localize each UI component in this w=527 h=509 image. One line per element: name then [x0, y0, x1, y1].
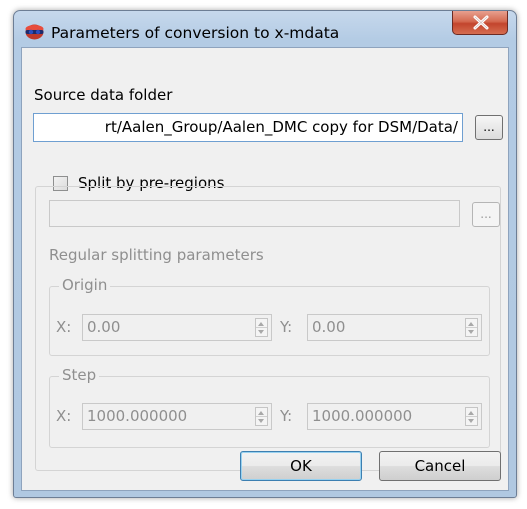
spin-arrows-icon[interactable] — [465, 318, 478, 337]
dialog-client-area: Source data folder rt/Aalen_Group/Aalen_… — [21, 47, 509, 491]
browse-source-button[interactable]: ... — [475, 115, 503, 140]
step-x-spinbox[interactable]: 1000.000000 — [82, 403, 272, 430]
cancel-button[interactable]: Cancel — [379, 451, 501, 481]
origin-x-label: X: — [56, 318, 72, 336]
source-folder-label: Source data folder — [34, 86, 173, 104]
title-bar[interactable]: Parameters of conversion to x-mdata — [14, 11, 516, 47]
origin-legend: Origin — [59, 276, 111, 294]
pre-regions-file-input[interactable] — [49, 200, 460, 227]
spin-arrows-icon[interactable] — [465, 407, 478, 426]
browse-pre-regions-button[interactable]: ... — [472, 202, 500, 227]
step-y-spinbox[interactable]: 1000.000000 — [307, 403, 482, 430]
step-x-value: 1000.000000 — [87, 407, 188, 425]
close-x-icon — [473, 15, 489, 30]
step-y-label: Y: — [280, 407, 293, 425]
window-title: Parameters of conversion to x-mdata — [51, 24, 340, 42]
source-folder-input[interactable]: rt/Aalen_Group/Aalen_DMC copy for DSM/Da… — [33, 113, 463, 142]
dialog-window: Parameters of conversion to x-mdata Sour… — [13, 10, 517, 498]
origin-y-value: 0.00 — [312, 318, 346, 336]
spin-arrows-icon[interactable] — [255, 318, 268, 337]
spin-arrows-icon[interactable] — [255, 407, 268, 426]
source-folder-value: rt/Aalen_Group/Aalen_DMC copy for DSM/Da… — [104, 118, 458, 136]
origin-x-spinbox[interactable]: 0.00 — [82, 314, 272, 341]
step-x-label: X: — [56, 407, 72, 425]
origin-x-value: 0.00 — [87, 318, 121, 336]
step-y-value: 1000.000000 — [312, 407, 413, 425]
origin-y-spinbox[interactable]: 0.00 — [307, 314, 482, 341]
step-legend: Step — [59, 366, 100, 384]
regular-splitting-heading: Regular splitting parameters — [49, 246, 264, 264]
ok-button[interactable]: OK — [240, 451, 362, 481]
origin-y-label: Y: — [280, 318, 293, 336]
close-button[interactable] — [452, 11, 508, 35]
app-icon — [25, 24, 44, 40]
